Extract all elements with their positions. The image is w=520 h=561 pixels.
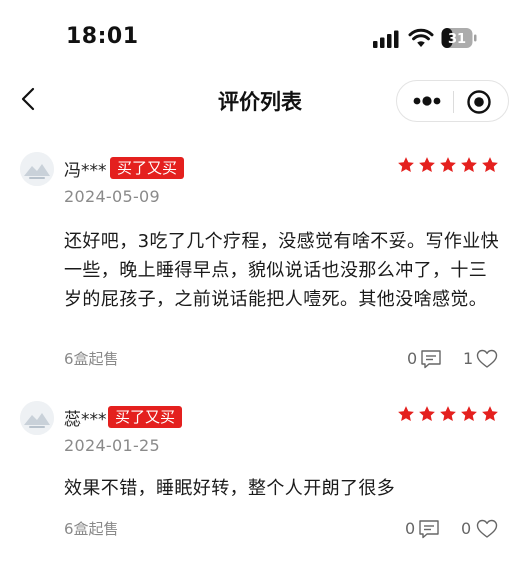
nav-bar: 评价列表 [0, 72, 520, 130]
reviewer-name: 蕊*** [64, 410, 107, 430]
mini-program-capsule [396, 80, 509, 122]
star-icon [419, 157, 435, 173]
heart-icon[interactable] [476, 519, 498, 539]
star-icon [419, 406, 435, 422]
star-rating [397, 156, 499, 176]
star-icon [461, 157, 477, 173]
review-content: 效果不错，睡眠好转，整个人开朗了很多 [64, 478, 396, 499]
review-actions: 0 0 [0, 517, 520, 541]
avatar [20, 152, 54, 186]
repurchase-badge: 买了又买 [110, 157, 185, 179]
reviewer-name: 冯*** [64, 161, 107, 181]
review-content: 还好吧，3吃了几个疗程，没感觉有啥不妥。写作业快一些，晚上睡得早点，貌似说话也没… [64, 231, 500, 310]
avatar [20, 401, 54, 435]
close-target-icon[interactable] [466, 89, 492, 115]
star-rating [397, 405, 499, 425]
avatar-landscape-icon [20, 401, 54, 435]
review-actions: 0 1 [0, 347, 520, 371]
comment-count: 0 [405, 519, 416, 538]
star-icon [440, 406, 456, 422]
battery-level: 31 [448, 32, 466, 47]
star-icon [398, 157, 414, 173]
status-time: 18:01 [66, 24, 139, 49]
avatar-landscape-icon [20, 152, 54, 186]
comment-icon[interactable] [420, 349, 442, 369]
wifi-icon [408, 28, 434, 47]
comment-icon[interactable] [418, 519, 440, 539]
comment-count: 0 [407, 349, 418, 368]
heart-icon[interactable] [476, 349, 498, 369]
like-count: 1 [463, 349, 474, 368]
like-count: 0 [461, 519, 472, 538]
star-icon [461, 406, 477, 422]
star-icon [398, 406, 414, 422]
status-bar: 18:01 31 [0, 0, 520, 70]
review-date: 2024-01-25 [64, 436, 160, 455]
star-icon [440, 157, 456, 173]
capsule-divider [453, 91, 454, 113]
review-date: 2024-05-09 [64, 187, 160, 206]
battery-icon: 31 [441, 28, 477, 48]
cellular-signal-icon [373, 30, 399, 48]
star-icon [482, 157, 498, 173]
repurchase-badge: 买了又买 [108, 406, 183, 428]
more-dots-icon[interactable] [409, 88, 445, 114]
star-icon [482, 406, 498, 422]
